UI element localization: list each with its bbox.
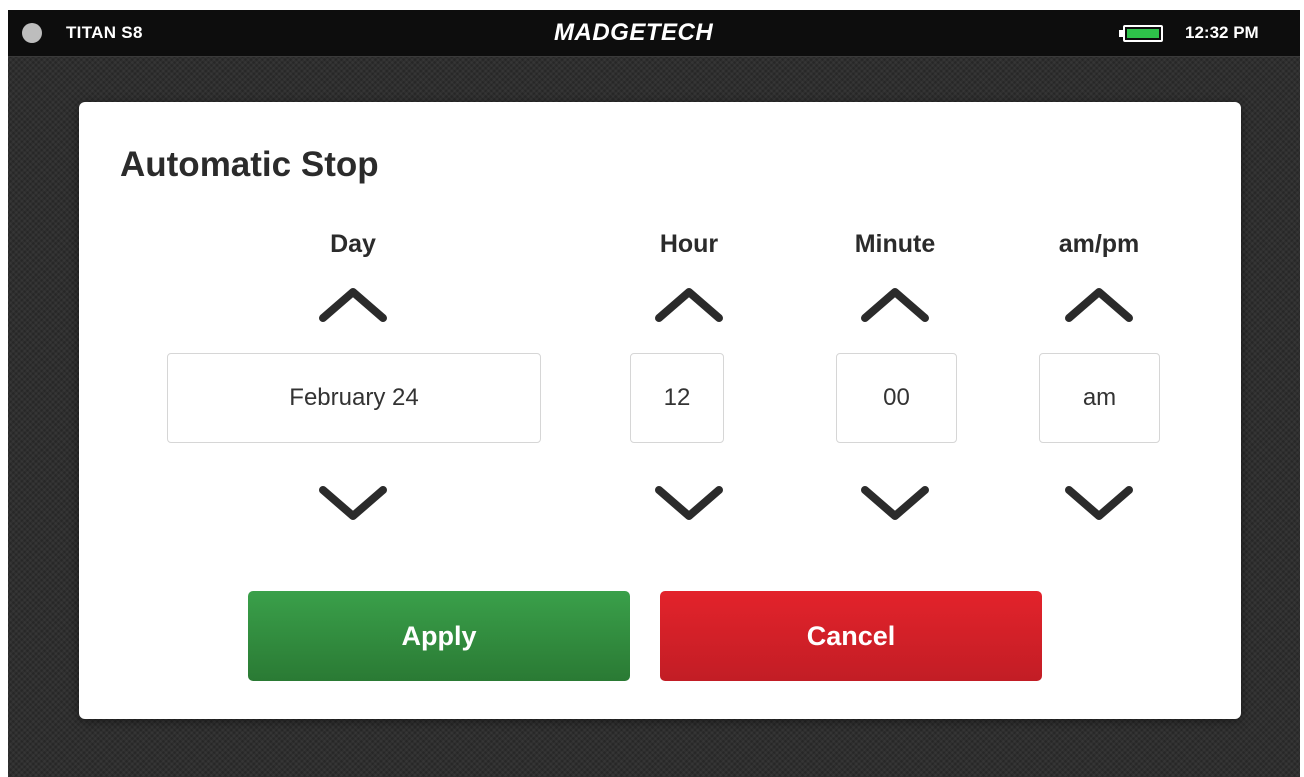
day-label: Day [330,230,376,258]
ampm-label: am/pm [1058,230,1140,258]
chevron-down-icon [861,486,929,520]
chevron-up-icon [319,288,387,322]
apply-button[interactable]: Apply [248,591,630,681]
cancel-button[interactable]: Cancel [660,591,1042,681]
chevron-down-icon [319,486,387,520]
battery-nub [1119,30,1123,37]
device-screen: TITAN S8 MADGETECH 12:32 PM Automatic St… [8,10,1300,777]
chevron-up-icon [655,288,723,322]
chevron-up-icon [861,288,929,322]
day-up-button[interactable] [313,282,393,326]
minute-up-button[interactable] [855,282,935,326]
automatic-stop-dialog: Automatic Stop Day February 24 Hour 12 M… [79,102,1241,719]
ampm-up-button[interactable] [1059,282,1139,326]
device-name: TITAN S8 [66,23,143,42]
hour-down-button[interactable] [649,482,729,526]
chevron-down-icon [655,486,723,520]
chevron-up-icon [1065,288,1133,322]
clock: 12:32 PM [1185,23,1259,42]
brand-logo: MADGETECH [554,19,714,46]
hour-up-button[interactable] [649,282,729,326]
ampm-down-button[interactable] [1059,482,1139,526]
minute-label: Minute [854,230,936,258]
minute-value[interactable]: 00 [836,353,957,443]
hour-value[interactable]: 12 [630,353,724,443]
day-value[interactable]: February 24 [167,353,541,443]
day-down-button[interactable] [313,482,393,526]
battery-level [1127,29,1159,38]
battery-icon [1119,25,1163,42]
chevron-down-icon [1065,486,1133,520]
status-bar: TITAN S8 MADGETECH 12:32 PM [8,10,1300,57]
dialog-title: Automatic Stop [120,145,379,184]
hour-label: Hour [659,230,719,258]
ampm-value[interactable]: am [1039,353,1160,443]
status-dot-icon [22,23,42,43]
minute-down-button[interactable] [855,482,935,526]
